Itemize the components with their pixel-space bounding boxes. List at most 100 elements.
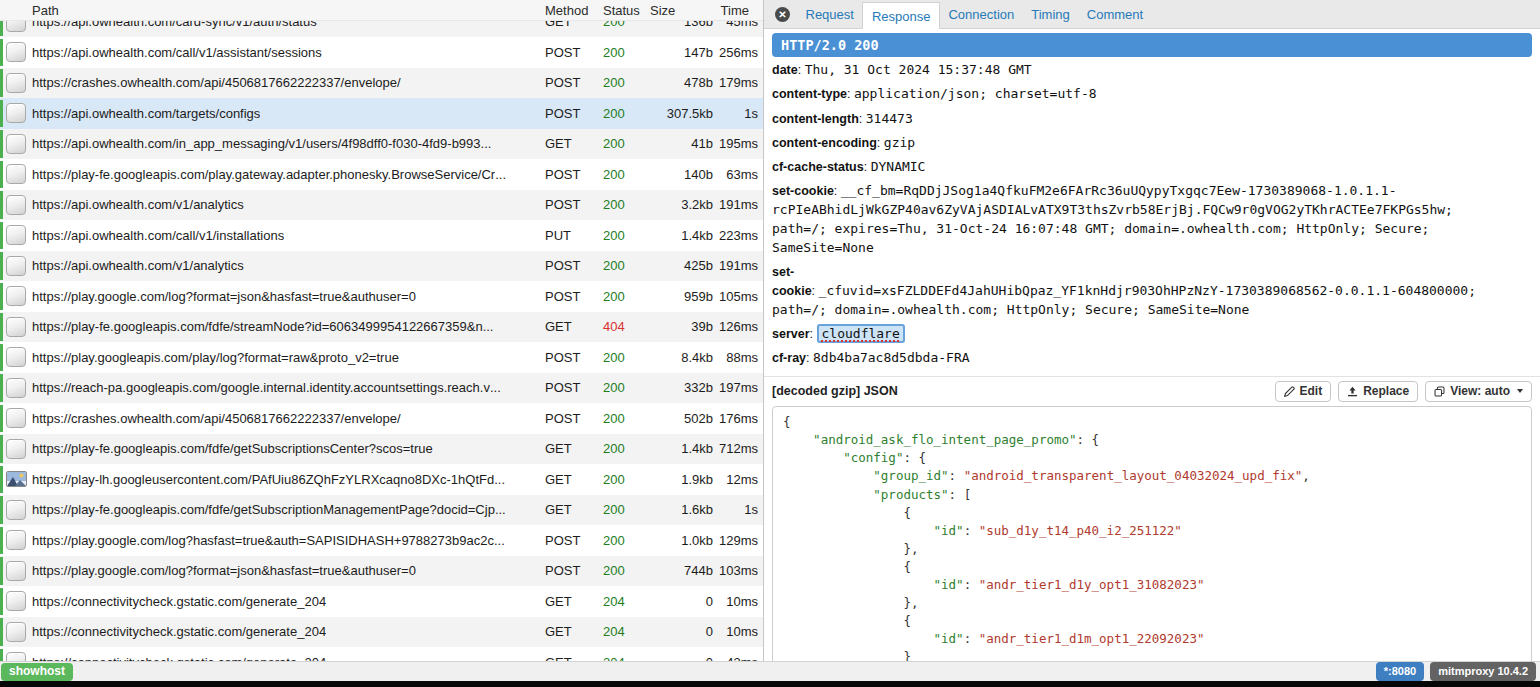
flow-status: 200 — [599, 21, 643, 29]
flow-row[interactable]: https://api.owhealth.com/card-sync/v1/au… — [0, 21, 763, 37]
flow-status: 200 — [599, 289, 643, 304]
flow-status: 200 — [599, 75, 643, 90]
document-icon — [6, 347, 26, 367]
view-mode-button[interactable]: View: auto — [1425, 381, 1532, 402]
json-line: { — [783, 558, 1531, 576]
flow-row[interactable]: https://api.owhealth.com/v1/analyticsPOS… — [0, 251, 763, 282]
header-value: application/json; charset=utf-8 — [854, 86, 1097, 101]
document-icon — [6, 378, 26, 398]
document-icon — [6, 286, 26, 306]
flow-path: https://api.owhealth.com/v1/analytics — [32, 197, 543, 212]
bottom-black-bar — [0, 681, 1540, 687]
flow-row[interactable]: https://connectivitycheck.gstatic.com/ge… — [0, 647, 763, 661]
flow-path: https://play.google.com/log?hasfast=true… — [32, 533, 543, 548]
flow-method: POST — [543, 106, 599, 121]
flow-row[interactable]: https://play-fe.googleapis.com/play.gate… — [0, 159, 763, 190]
flow-row[interactable]: https://reach-pa.googleapis.com/google.i… — [0, 373, 763, 404]
flow-row[interactable]: https://play.google.com/log?hasfast=true… — [0, 525, 763, 556]
flow-time: 103ms — [713, 563, 763, 578]
edit-button[interactable]: Edit — [1275, 381, 1332, 402]
response-headers: date: Thu, 31 Oct 2024 15:37:48 GMTconte… — [772, 61, 1532, 368]
column-header-method[interactable]: Method — [543, 3, 599, 18]
port-badge: *:8080 — [1376, 662, 1424, 681]
tab-comment[interactable]: Comment — [1078, 0, 1151, 28]
response-header-row: content-encoding: gzip — [772, 134, 1532, 153]
flow-time: 105ms — [713, 289, 763, 304]
response-header-row: cf-ray: 8db4ba7ac8d5dbda-FRA — [772, 349, 1532, 368]
flow-row[interactable]: https://play-lh.googleusercontent.com/PA… — [0, 464, 763, 495]
flow-method: POST — [543, 380, 599, 395]
header-value[interactable]: cloudflare — [817, 324, 905, 343]
column-header-time[interactable]: Time — [713, 3, 763, 18]
flow-method: GET — [543, 136, 599, 151]
column-header-path[interactable]: Path — [32, 3, 543, 18]
flow-size: 8.4kb — [643, 350, 713, 365]
tab-response[interactable]: Response — [862, 2, 940, 29]
flow-path: https://play-fe.googleapis.com/fdfe/getS… — [32, 441, 543, 456]
response-status-line[interactable]: HTTP/2.0 200 — [772, 33, 1532, 57]
tab-connection[interactable]: Connection — [940, 0, 1023, 28]
main-area: Path Method Status Size Time https://api… — [0, 0, 1540, 661]
document-icon — [6, 225, 26, 245]
flow-row[interactable]: https://play-fe.googleapis.com/fdfe/getS… — [0, 495, 763, 526]
document-icon — [6, 317, 26, 337]
flow-time: 256ms — [713, 45, 763, 60]
content-view-label: [decoded gzip] JSON — [772, 384, 898, 398]
flow-row[interactable]: https://play-fe.googleapis.com/fdfe/getS… — [0, 434, 763, 465]
json-line: }, — [783, 594, 1531, 612]
flow-row[interactable]: https://play.googleapis.com/play/log?for… — [0, 342, 763, 373]
flow-method: POST — [543, 411, 599, 426]
document-icon — [6, 42, 26, 62]
tab-timing[interactable]: Timing — [1023, 0, 1079, 28]
flow-path: https://api.owhealth.com/call/v1/install… — [32, 228, 543, 243]
flow-method: POST — [543, 45, 599, 60]
showhost-badge[interactable]: showhost — [1, 663, 73, 681]
flow-time: 12ms — [713, 472, 763, 487]
header-value: 314473 — [866, 111, 913, 126]
flow-method: GET — [543, 21, 599, 29]
flow-row[interactable]: https://play-fe.googleapis.com/fdfe/stre… — [0, 312, 763, 343]
flow-row[interactable]: https://crashes.owhealth.com/api/4506817… — [0, 68, 763, 99]
flow-row[interactable]: https://api.owhealth.com/v1/analyticsPOS… — [0, 190, 763, 221]
document-icon — [6, 500, 26, 520]
flow-path: https://api.owhealth.com/in_app_messagin… — [32, 136, 543, 151]
header-name: set- cookie — [772, 265, 812, 298]
flow-row[interactable]: https://play.google.com/log?format=json&… — [0, 556, 763, 587]
flow-row[interactable]: https://crashes.owhealth.com/api/4506817… — [0, 403, 763, 434]
flow-status: 200 — [599, 167, 643, 182]
flow-row[interactable]: https://play.google.com/log?format=json&… — [0, 281, 763, 312]
flow-path: https://api.owhealth.com/call/v1/assista… — [32, 45, 543, 60]
flow-row[interactable]: https://connectivitycheck.gstatic.com/ge… — [0, 617, 763, 648]
column-header-status[interactable]: Status — [599, 3, 643, 18]
column-header-size[interactable]: Size — [643, 3, 713, 18]
flow-size: 959b — [643, 289, 713, 304]
flow-size: 39b — [643, 319, 713, 334]
flow-row[interactable]: https://api.owhealth.com/targets/configs… — [0, 98, 763, 129]
response-header-row: content-length: 314473 — [772, 110, 1532, 129]
flow-row[interactable]: https://api.owhealth.com/in_app_messagin… — [0, 129, 763, 160]
document-icon — [6, 622, 26, 642]
flow-time: 712ms — [713, 441, 763, 456]
content-view-header: [decoded gzip] JSON Edit Replace View: a… — [772, 380, 1532, 402]
header-value: gzip — [884, 135, 915, 150]
flow-time: 10ms — [713, 594, 763, 609]
flow-size: 0 — [643, 594, 713, 609]
flow-row[interactable]: https://api.owhealth.com/call/v1/install… — [0, 220, 763, 251]
document-icon — [6, 591, 26, 611]
document-icon — [6, 530, 26, 550]
tab-request[interactable]: Request — [797, 0, 862, 28]
close-icon[interactable]: ✕ — [775, 7, 790, 22]
replace-button[interactable]: Replace — [1338, 381, 1418, 402]
flow-status: 204 — [599, 624, 643, 639]
document-icon — [6, 408, 26, 428]
version-badge: mitmproxy 10.4.2 — [1430, 662, 1536, 681]
flow-row[interactable]: https://api.owhealth.com/call/v1/assista… — [0, 37, 763, 68]
flow-time: 1s — [713, 106, 763, 121]
flow-row[interactable]: https://connectivitycheck.gstatic.com/ge… — [0, 586, 763, 617]
response-header-row: set-cookie: __cf_bm=RqDDjJSog1a4QfkuFM2e… — [772, 182, 1532, 257]
json-line: { — [783, 612, 1531, 630]
flow-time: 126ms — [713, 319, 763, 334]
document-icon — [6, 195, 26, 215]
flow-size: 140b — [643, 167, 713, 182]
flow-status: 200 — [599, 472, 643, 487]
